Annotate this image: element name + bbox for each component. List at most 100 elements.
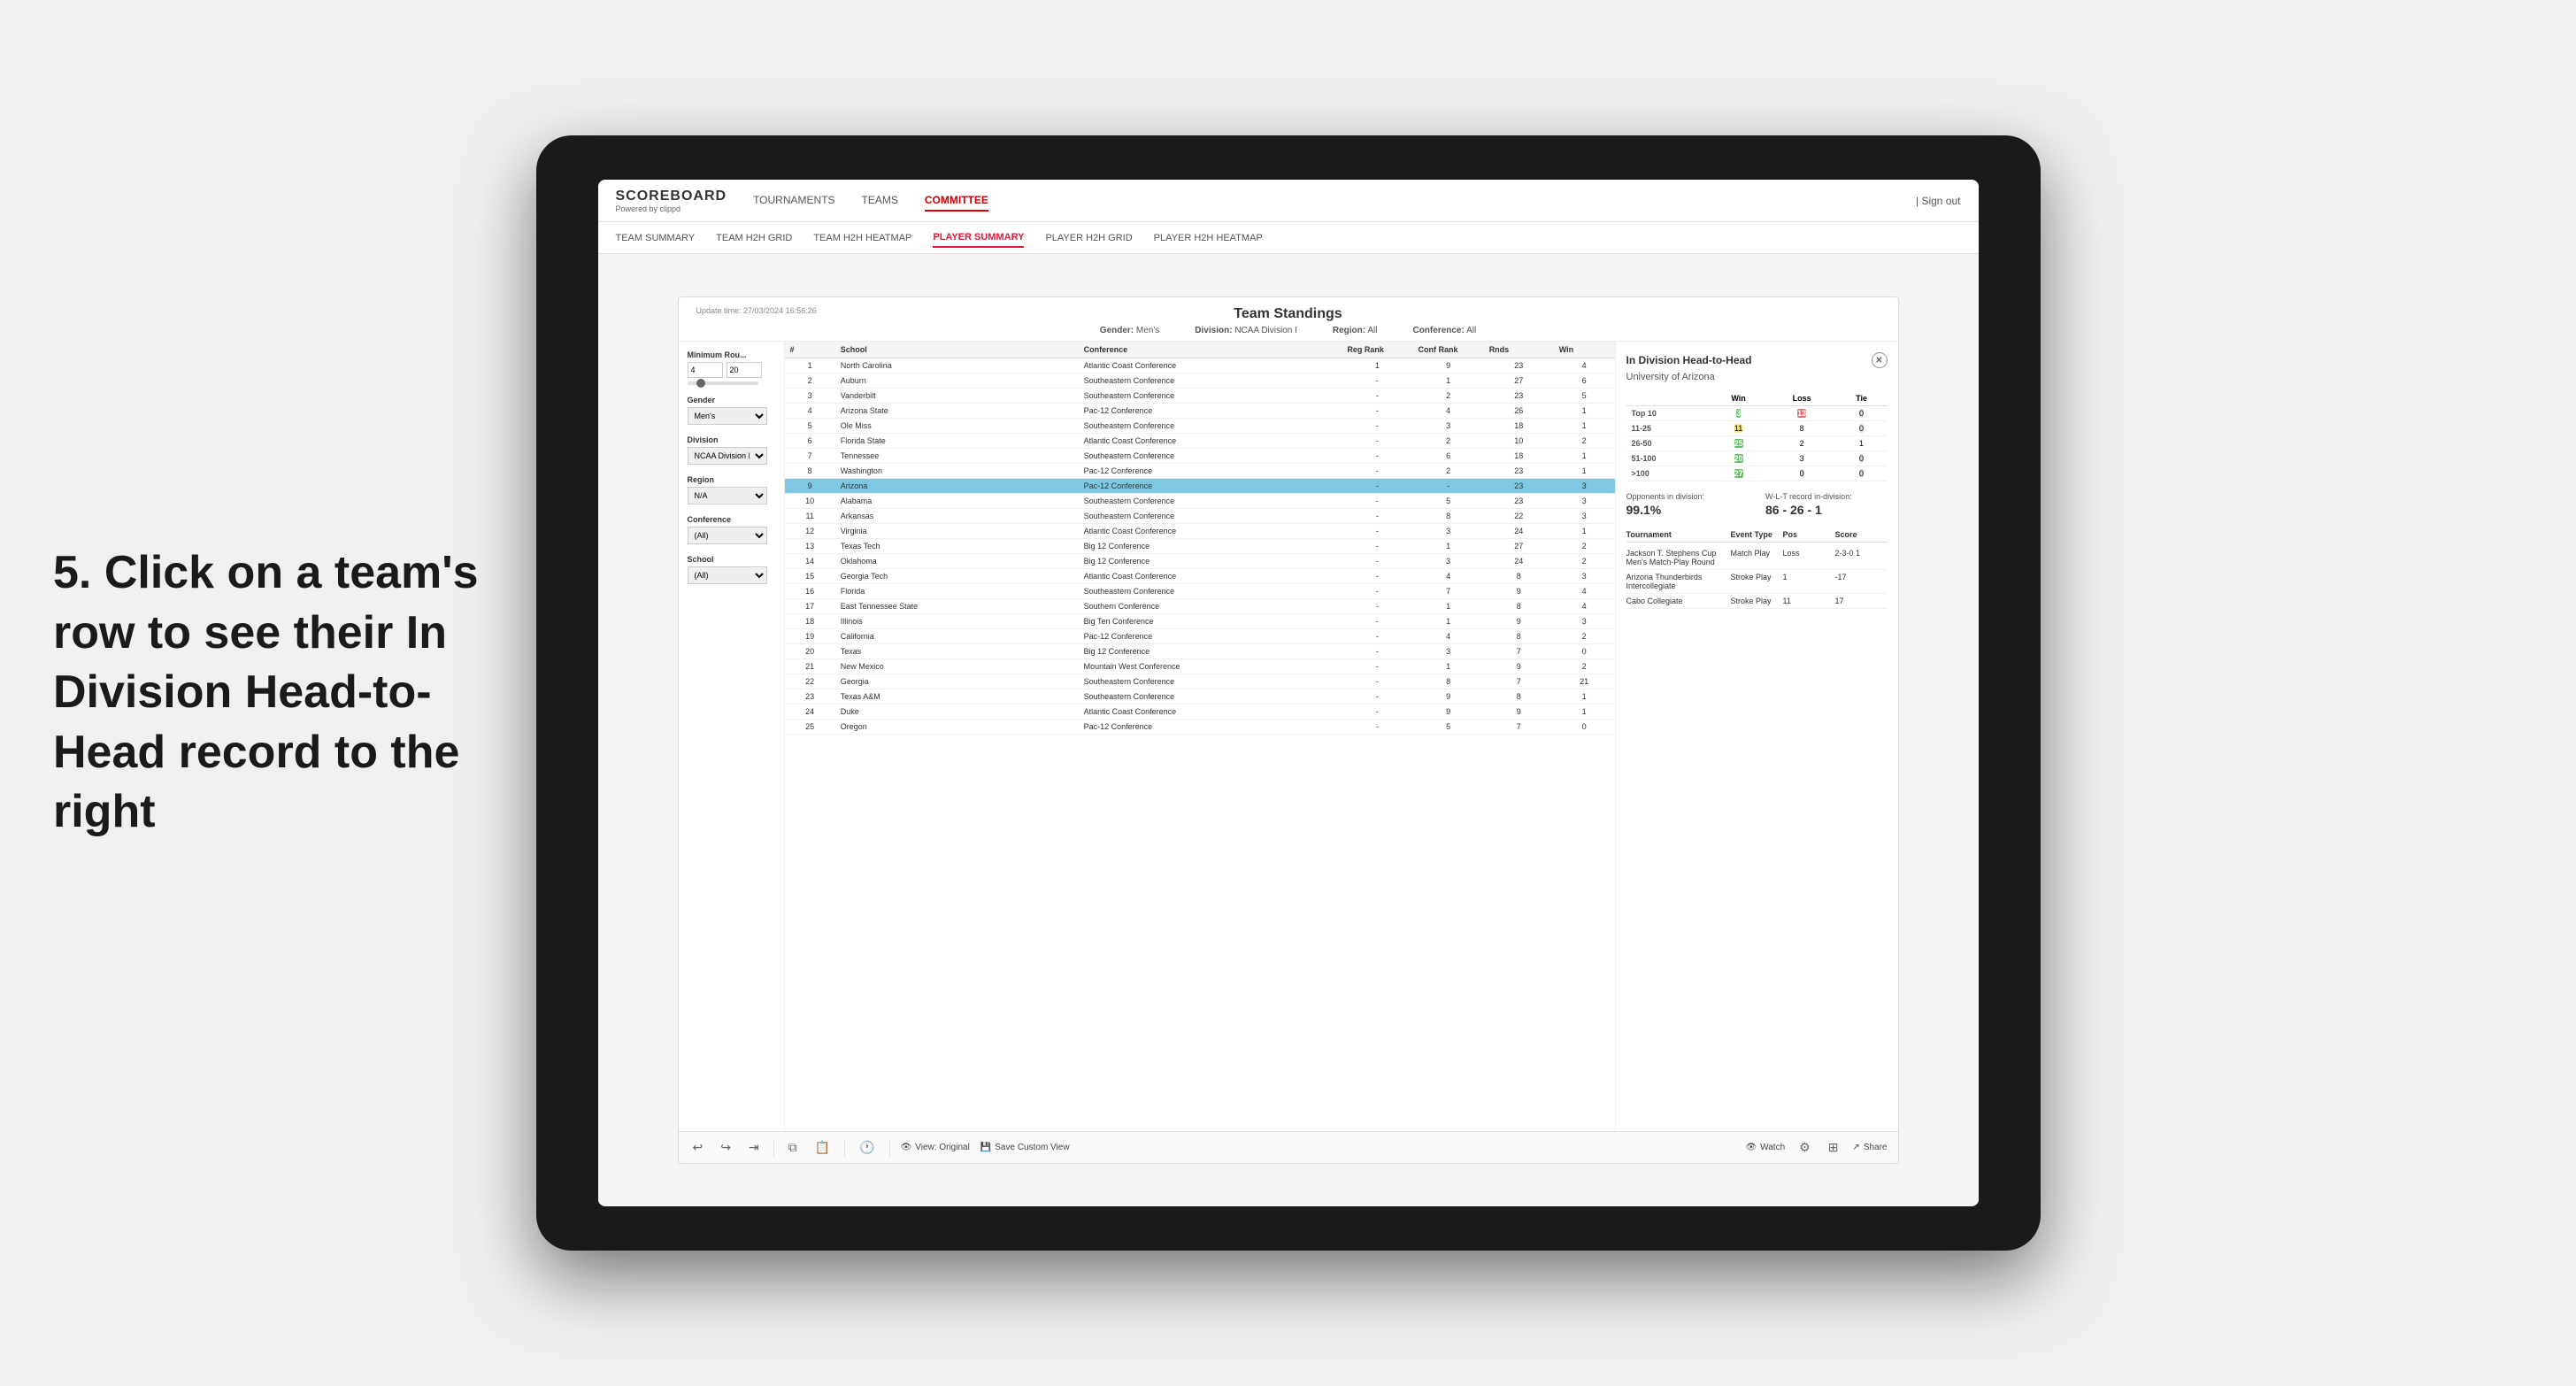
clock-button[interactable]: 🕐 bbox=[856, 1138, 878, 1157]
table-row[interactable]: 20 Texas Big 12 Conference - 3 7 0 bbox=[785, 644, 1615, 659]
table-row[interactable]: 14 Oklahoma Big 12 Conference - 3 24 2 bbox=[785, 554, 1615, 569]
cell-conf: Atlantic Coast Conference bbox=[1079, 569, 1342, 584]
table-row[interactable]: 7 Tennessee Southeastern Conference - 6 … bbox=[785, 449, 1615, 464]
cell-school: Virginia bbox=[835, 524, 1079, 539]
settings-button[interactable]: ⚙ bbox=[1796, 1138, 1814, 1157]
cell-rnds: 7 bbox=[1484, 644, 1554, 659]
table-row[interactable]: 21 New Mexico Mountain West Conference -… bbox=[785, 659, 1615, 674]
table-row[interactable]: 4 Arizona State Pac-12 Conference - 4 26… bbox=[785, 404, 1615, 419]
content-panel: Update time: 27/03/2024 16:56:26 Team St… bbox=[678, 296, 1899, 1164]
table-row[interactable]: 6 Florida State Atlantic Coast Conferenc… bbox=[785, 434, 1615, 449]
paste-button[interactable]: 📋 bbox=[811, 1138, 834, 1157]
table-row[interactable]: 13 Texas Tech Big 12 Conference - 1 27 2 bbox=[785, 539, 1615, 554]
sub-nav-team-h2h-heatmap[interactable]: TEAM H2H HEATMAP bbox=[813, 229, 911, 247]
table-row[interactable]: 10 Alabama Southeastern Conference - 5 2… bbox=[785, 494, 1615, 509]
cell-reg-rank: - bbox=[1342, 494, 1412, 509]
nav-committee[interactable]: COMMITTEE bbox=[925, 190, 988, 212]
cell-school: Florida bbox=[835, 584, 1079, 599]
gender-meta: Gender: Men's bbox=[1100, 326, 1160, 335]
cell-conf: Southeastern Conference bbox=[1079, 449, 1342, 464]
sub-nav-player-h2h-heatmap[interactable]: PLAYER H2H HEATMAP bbox=[1154, 229, 1263, 247]
table-row[interactable]: 1 North Carolina Atlantic Coast Conferen… bbox=[785, 358, 1615, 373]
table-row[interactable]: 19 California Pac-12 Conference - 4 8 2 bbox=[785, 629, 1615, 644]
h2h-subtitle: University of Arizona bbox=[1626, 372, 1888, 382]
redo-button[interactable]: ↪ bbox=[717, 1138, 734, 1157]
sub-nav-player-summary[interactable]: PLAYER SUMMARY bbox=[933, 228, 1024, 248]
sign-out-link[interactable]: | Sign out bbox=[1916, 195, 1961, 207]
tourn-type: Stroke Play bbox=[1731, 597, 1783, 605]
table-row[interactable]: 22 Georgia Southeastern Conference - 8 7… bbox=[785, 674, 1615, 689]
standings-table: # School Conference Reg Rank Conf Rank R… bbox=[785, 342, 1615, 735]
cell-conf: Pac-12 Conference bbox=[1079, 404, 1342, 419]
cell-rnds: 7 bbox=[1484, 674, 1554, 689]
table-row[interactable]: 3 Vanderbilt Southeastern Conference - 2… bbox=[785, 389, 1615, 404]
table-row[interactable]: 23 Texas A&M Southeastern Conference - 9… bbox=[785, 689, 1615, 705]
filter-gender-select[interactable]: Men's bbox=[688, 407, 767, 425]
sub-nav-player-h2h-grid[interactable]: PLAYER H2H GRID bbox=[1045, 229, 1132, 247]
cell-conf-rank: 1 bbox=[1413, 599, 1484, 614]
table-row[interactable]: 17 East Tennessee State Southern Confere… bbox=[785, 599, 1615, 614]
table-row[interactable]: 25 Oregon Pac-12 Conference - 5 7 0 bbox=[785, 720, 1615, 735]
tourn-pos: Loss bbox=[1783, 549, 1835, 566]
cell-reg-rank: - bbox=[1342, 584, 1412, 599]
cell-school: Arkansas bbox=[835, 509, 1079, 524]
undo-button[interactable]: ↩ bbox=[689, 1138, 707, 1157]
view-original-button[interactable]: 👁 View: Original bbox=[901, 1143, 970, 1152]
h2h-grid-row: 51-100 20 3 0 bbox=[1626, 451, 1888, 466]
h2h-tourn-col-pos: Pos bbox=[1783, 530, 1835, 539]
cell-num: 21 bbox=[785, 659, 835, 674]
h2h-close-button[interactable]: ✕ bbox=[1872, 352, 1888, 368]
copy-button[interactable]: ⧉ bbox=[785, 1138, 801, 1157]
top-nav: SCOREBOARD Powered by clippd TOURNAMENTS… bbox=[598, 180, 1979, 222]
toolbar-divider-2 bbox=[844, 1139, 845, 1157]
sub-nav-team-h2h-grid[interactable]: TEAM H2H GRID bbox=[716, 229, 792, 247]
filter-conference-select[interactable]: (All) bbox=[688, 527, 767, 544]
forward-button[interactable]: ⇥ bbox=[745, 1138, 763, 1157]
table-row[interactable]: 24 Duke Atlantic Coast Conference - 9 9 … bbox=[785, 705, 1615, 720]
filter-school-select[interactable]: (All) bbox=[688, 566, 767, 584]
cell-num: 25 bbox=[785, 720, 835, 735]
cell-rnds: 27 bbox=[1484, 373, 1554, 389]
table-row[interactable]: 15 Georgia Tech Atlantic Coast Conferenc… bbox=[785, 569, 1615, 584]
tourn-pos: 1 bbox=[1783, 573, 1835, 590]
table-row[interactable]: 16 Florida Southeastern Conference - 7 9… bbox=[785, 584, 1615, 599]
h2h-rank-label: 11-25 bbox=[1626, 421, 1710, 436]
cell-reg-rank: - bbox=[1342, 614, 1412, 629]
cell-num: 12 bbox=[785, 524, 835, 539]
filter-min-rounds-input1[interactable] bbox=[688, 362, 723, 378]
main-content: Update time: 27/03/2024 16:56:26 Team St… bbox=[598, 254, 1979, 1206]
table-row[interactable]: 18 Illinois Big Ten Conference - 1 9 3 bbox=[785, 614, 1615, 629]
share-button[interactable]: ↗ Share bbox=[1852, 1143, 1887, 1152]
filter-division-label: Division bbox=[688, 435, 775, 444]
filter-division-select[interactable]: NCAA Division I bbox=[688, 447, 767, 465]
cell-rnds: 9 bbox=[1484, 584, 1554, 599]
table-row[interactable]: 8 Washington Pac-12 Conference - 2 23 1 bbox=[785, 464, 1615, 479]
filter-division: Division NCAA Division I bbox=[688, 435, 775, 465]
h2h-record-label: W-L-T record in-division: bbox=[1765, 492, 1888, 501]
cell-school: Arizona State bbox=[835, 404, 1079, 419]
filter-region-select[interactable]: N/A bbox=[688, 487, 767, 504]
table-row[interactable]: 9 Arizona Pac-12 Conference - - 23 3 bbox=[785, 479, 1615, 494]
table-row[interactable]: 5 Ole Miss Southeastern Conference - 3 1… bbox=[785, 419, 1615, 434]
filter-min-rounds-input2[interactable] bbox=[727, 362, 762, 378]
cell-conf-rank: 2 bbox=[1413, 464, 1484, 479]
h2h-rank-label: >100 bbox=[1626, 466, 1710, 481]
save-custom-button[interactable]: 💾 Save Custom View bbox=[980, 1143, 1070, 1152]
filter-min-rounds-label: Minimum Rou... bbox=[688, 350, 775, 359]
nav-teams[interactable]: TEAMS bbox=[862, 190, 898, 212]
nav-tournaments[interactable]: TOURNAMENTS bbox=[753, 190, 834, 212]
table-row[interactable]: 2 Auburn Southeastern Conference - 1 27 … bbox=[785, 373, 1615, 389]
sub-nav-team-summary[interactable]: TEAM SUMMARY bbox=[616, 229, 696, 247]
cell-reg-rank: - bbox=[1342, 434, 1412, 449]
cell-rnds: 23 bbox=[1484, 494, 1554, 509]
grid-button[interactable]: ⊞ bbox=[1825, 1138, 1842, 1157]
table-row[interactable]: 12 Virginia Atlantic Coast Conference - … bbox=[785, 524, 1615, 539]
h2h-tourn-col-score: Score bbox=[1835, 530, 1888, 539]
h2h-tournaments: Tournament Event Type Pos Score Jackson … bbox=[1626, 527, 1888, 609]
h2h-loss-cell: 2 bbox=[1768, 436, 1836, 451]
watch-button[interactable]: 👁 Watch bbox=[1745, 1143, 1785, 1152]
cell-num: 8 bbox=[785, 464, 835, 479]
cell-rnds: 8 bbox=[1484, 599, 1554, 614]
share-label: Share bbox=[1864, 1143, 1888, 1152]
table-row[interactable]: 11 Arkansas Southeastern Conference - 8 … bbox=[785, 509, 1615, 524]
